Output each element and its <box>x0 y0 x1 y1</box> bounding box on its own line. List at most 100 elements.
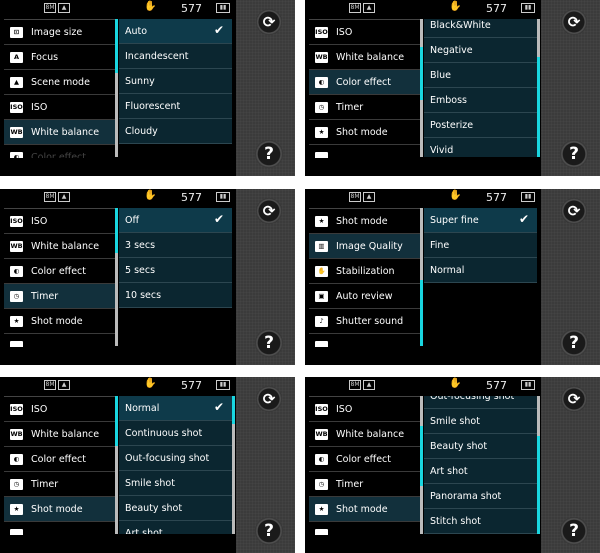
option-item[interactable]: Super fine ✔ <box>424 208 537 233</box>
menu-item[interactable]: ▥ Image Quality <box>309 234 420 259</box>
menu-item[interactable]: WB White balance <box>4 234 115 259</box>
options-list[interactable]: Off ✔ 3 secs 5 secs 10 secs <box>119 208 232 346</box>
menu-item[interactable]: ⊡ Image size <box>4 20 115 45</box>
menu-item[interactable]: ◐ Color effect <box>309 70 420 95</box>
menu-item[interactable] <box>309 522 420 535</box>
menu-item[interactable] <box>309 334 420 347</box>
menu-item[interactable]: ◷ Timer <box>4 472 115 497</box>
menu-scrollbar[interactable] <box>115 19 118 157</box>
option-item[interactable]: 5 secs <box>119 258 232 283</box>
menu-item[interactable]: WB White balance <box>4 120 115 145</box>
option-item[interactable]: Auto ✔ <box>119 19 232 44</box>
options-list[interactable]: Black&White Negative Blue Emboss Posterize Vi… <box>424 19 537 157</box>
menu-item[interactable]: WB White balance <box>309 45 420 70</box>
option-item[interactable]: Vivid <box>424 138 537 157</box>
menu-item[interactable]: ◷ Timer <box>309 95 420 120</box>
menu-item[interactable]: WB White balance <box>4 422 115 447</box>
camera-switch-button[interactable]: ⟳ <box>256 9 282 35</box>
help-button[interactable]: ? <box>560 329 588 357</box>
help-button[interactable]: ? <box>255 329 283 357</box>
option-item[interactable]: Posterize <box>424 113 537 138</box>
menu-item[interactable]: ♪ Shutter sound <box>309 309 420 334</box>
camera-switch-button[interactable]: ⟳ <box>561 9 587 35</box>
menu-item[interactable]: ★ Shot mode <box>4 497 115 522</box>
settings-menu[interactable]: ISO ISO WB White balance ◐ Color effect ◷ Timer… <box>309 19 420 158</box>
help-button[interactable]: ? <box>560 140 588 168</box>
menu-item[interactable]: ISO ISO <box>309 397 420 422</box>
menu-item[interactable]: ◷ Timer <box>309 472 420 497</box>
option-item[interactable]: Incandescent <box>119 44 232 69</box>
option-item[interactable]: Continuous shot <box>119 421 232 446</box>
options-scrollbar[interactable] <box>537 19 540 157</box>
menu-scrollbar[interactable] <box>420 396 423 534</box>
option-item[interactable]: Off ✔ <box>119 208 232 233</box>
menu-item[interactable]: ◷ Timer <box>4 284 115 309</box>
menu-item[interactable]: ◐ Color effect <box>4 145 115 158</box>
menu-item[interactable]: ★ Shot mode <box>309 120 420 145</box>
menu-scrollbar[interactable] <box>115 396 118 534</box>
option-item[interactable]: Art shot <box>424 459 537 484</box>
option-item[interactable]: Blue <box>424 63 537 88</box>
option-item[interactable]: Black&White <box>424 19 537 38</box>
options-scrollbar[interactable] <box>232 396 235 534</box>
menu-item[interactable]: WB White balance <box>309 422 420 447</box>
option-item[interactable]: Beauty shot <box>119 496 232 521</box>
settings-menu[interactable]: ISO ISO WB White balance ◐ Color effect ◷ Timer… <box>4 208 115 347</box>
camera-switch-button[interactable]: ⟳ <box>256 386 282 412</box>
menu-item[interactable]: ISO ISO <box>309 20 420 45</box>
options-scrollbar[interactable] <box>537 396 540 534</box>
camera-switch-button[interactable]: ⟳ <box>561 386 587 412</box>
settings-menu[interactable]: ISO ISO WB White balance ◐ Color effect ◷ Timer… <box>309 396 420 535</box>
menu-item[interactable]: A Focus <box>4 45 115 70</box>
menu-item[interactable]: ◐ Color effect <box>4 259 115 284</box>
option-item[interactable]: Normal <box>424 258 537 283</box>
menu-item[interactable]: ▣ Auto review <box>309 284 420 309</box>
menu-item[interactable]: ✋ Stabilization <box>309 259 420 284</box>
menu-item[interactable] <box>4 522 115 535</box>
menu-item[interactable]: ▲ Scene mode <box>4 70 115 95</box>
option-item[interactable]: Normal ✔ <box>119 396 232 421</box>
menu-item[interactable]: ISO ISO <box>4 95 115 120</box>
settings-menu[interactable]: ★ Shot mode ▥ Image Quality ✋ Stabilization ▣ A… <box>309 208 420 347</box>
option-item[interactable]: Panorama shot <box>424 484 537 509</box>
settings-menu[interactable]: ⊡ Image size A Focus ▲ Scene mode ISO ISO WB Whit… <box>4 19 115 158</box>
options-list[interactable]: Normal ✔ Continuous shot Out-focusing shot S… <box>119 396 232 534</box>
option-item[interactable]: Art shot <box>119 521 232 534</box>
option-item[interactable]: Stitch shot <box>424 509 537 534</box>
option-item[interactable]: Fine <box>424 233 537 258</box>
camera-switch-button[interactable]: ⟳ <box>256 198 282 224</box>
menu-item[interactable]: ◐ Color effect <box>309 447 420 472</box>
camera-switch-button[interactable]: ⟳ <box>561 198 587 224</box>
menu-item[interactable]: ISO ISO <box>4 209 115 234</box>
menu-item[interactable]: ★ Shot mode <box>4 309 115 334</box>
menu-item[interactable]: ★ Shot mode <box>309 497 420 522</box>
options-list[interactable]: Auto ✔ Incandescent Sunny Fluorescent Cloudy <box>119 19 232 157</box>
menu-scrollbar[interactable] <box>420 19 423 157</box>
menu-item[interactable]: ISO ISO <box>4 397 115 422</box>
option-item[interactable]: Smile shot <box>119 471 232 496</box>
menu-item[interactable] <box>4 334 115 347</box>
option-item[interactable]: Out-focusing shot <box>119 446 232 471</box>
options-list[interactable]: Out-focusing shot Smile shot Beauty shot Ar… <box>424 396 537 534</box>
option-item[interactable]: Sunny <box>119 69 232 94</box>
option-item[interactable]: 10 secs <box>119 283 232 308</box>
option-item[interactable]: Negative <box>424 38 537 63</box>
menu-item[interactable]: ★ Shot mode <box>309 209 420 234</box>
help-button[interactable]: ? <box>560 517 588 545</box>
scene-icon: ▲ <box>58 3 70 13</box>
option-item[interactable]: Out-focusing shot <box>424 396 537 409</box>
option-item[interactable]: Beauty shot <box>424 434 537 459</box>
options-list[interactable]: Super fine ✔ Fine Normal <box>424 208 537 346</box>
option-item[interactable]: 3 secs <box>119 233 232 258</box>
menu-item[interactable]: ◐ Color effect <box>4 447 115 472</box>
settings-menu[interactable]: ISO ISO WB White balance ◐ Color effect ◷ Timer… <box>4 396 115 535</box>
option-item[interactable]: Fluorescent <box>119 94 232 119</box>
option-item[interactable]: Emboss <box>424 88 537 113</box>
menu-scrollbar[interactable] <box>420 208 423 346</box>
help-button[interactable]: ? <box>255 517 283 545</box>
menu-item[interactable] <box>309 145 420 158</box>
option-item[interactable]: Smile shot <box>424 409 537 434</box>
help-button[interactable]: ? <box>255 140 283 168</box>
menu-scrollbar[interactable] <box>115 208 118 346</box>
option-item[interactable]: Cloudy <box>119 119 232 144</box>
